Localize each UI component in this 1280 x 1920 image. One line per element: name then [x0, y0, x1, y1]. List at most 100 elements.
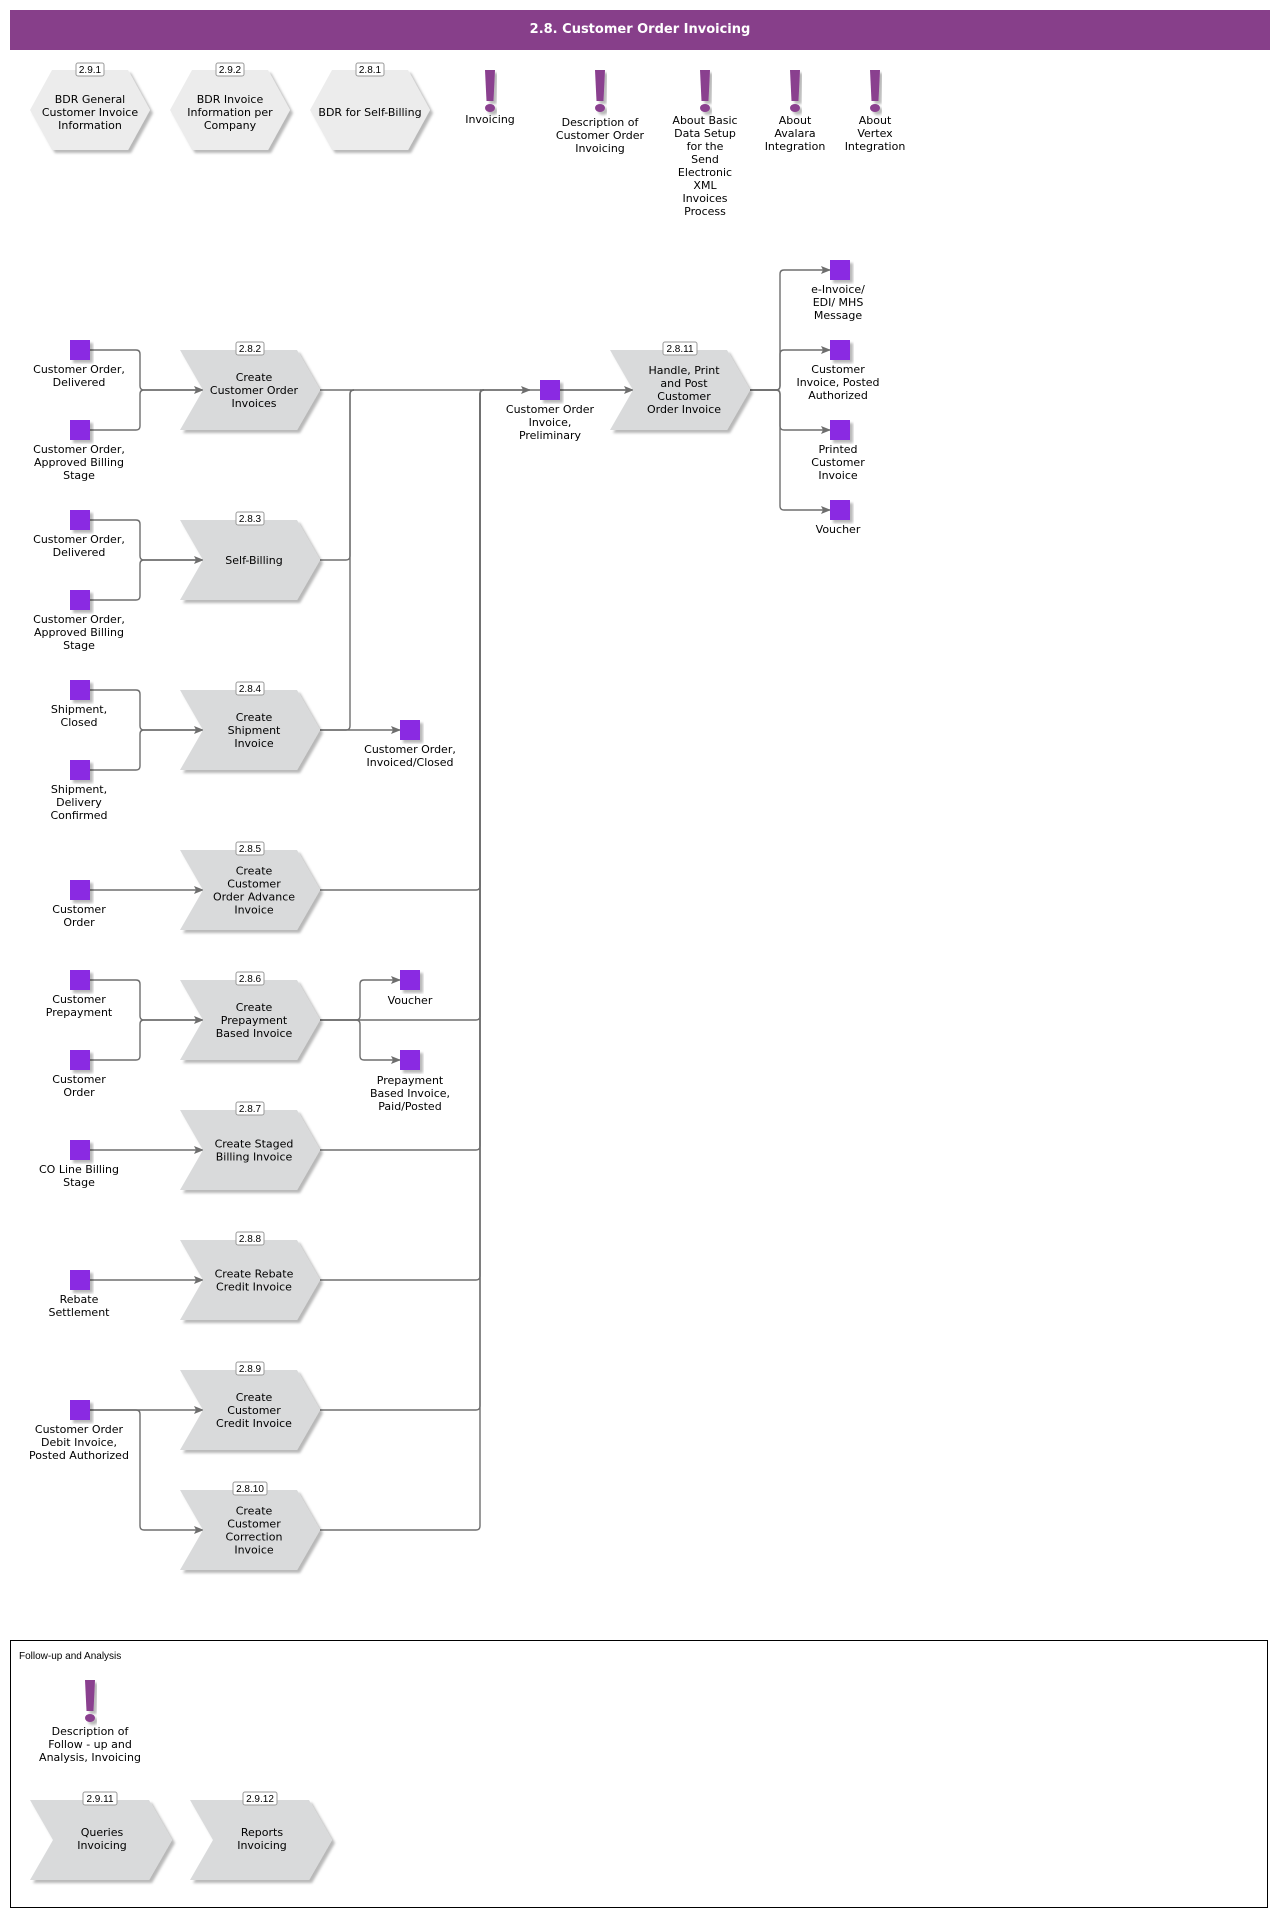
input-event-label: Customer Order, Delivered [33, 363, 125, 389]
info-exclamation-icon[interactable] [595, 70, 605, 112]
info-label: About Vertex Integration [845, 114, 906, 153]
info-label: About Avalara Integration [765, 114, 826, 153]
input-event[interactable] [70, 1140, 90, 1160]
followup-exclamation-icon[interactable] [85, 1680, 95, 1722]
function-label-line: Self-Billing [225, 554, 282, 567]
function-id-badge: 2.8.2 [235, 341, 265, 356]
id-badge-text: 2.8.10 [236, 1484, 264, 1495]
info-label-line: Integration [765, 140, 826, 153]
id-badge-text: 2.9.1 [79, 65, 102, 76]
final-output-event[interactable] [830, 260, 850, 280]
input-event-label-line: Order [63, 916, 95, 929]
bdr-id-badge: 2.9.2 [215, 62, 245, 77]
function-label-line: Billing Invoice [216, 1151, 293, 1164]
input-event[interactable] [70, 1270, 90, 1290]
function-label: Reports Invoicing [237, 1826, 287, 1852]
merge-event[interactable] [540, 380, 560, 400]
input-event[interactable] [70, 880, 90, 900]
id-badge-text: 2.9.2 [219, 65, 242, 76]
function-id-badge: 2.8.10 [232, 1481, 268, 1496]
function-label-line: Create [236, 1001, 273, 1014]
final-output-event[interactable] [830, 420, 850, 440]
function-label: Handle, Print and Post Customer Order Invoi… [647, 364, 721, 416]
bdr-label-line: Company [204, 119, 257, 132]
input-event-label-line: Prepayment [46, 1006, 113, 1019]
info-label-line: About [779, 114, 812, 127]
final-output-event[interactable] [830, 340, 850, 360]
bdr-item[interactable]: BDR for Self-Billing [310, 70, 430, 150]
process-diagram: BDR General Customer Invoice Information2.… [29, 62, 906, 1880]
input-event[interactable] [70, 1050, 90, 1070]
exclamation-dot [790, 104, 800, 112]
final-output-label-line: Invoice, Posted [796, 376, 879, 389]
input-event-label-line: Approved Billing [34, 626, 124, 639]
input-event-label-line: CO Line Billing [39, 1163, 119, 1176]
id-badge-text: 2.8.5 [239, 844, 262, 855]
info-label: Description of Customer Order Invoicing [556, 116, 645, 155]
final-output-label-line: Authorized [808, 389, 868, 402]
output-event[interactable] [400, 720, 420, 740]
input-event[interactable] [70, 1400, 90, 1420]
input-event-label: Shipment, Delivery Confirmed [50, 783, 107, 822]
merge-event-label-line: Customer Order [506, 403, 595, 416]
connector-line [320, 389, 485, 1281]
bdr-id-badge: 2.8.1 [355, 62, 385, 77]
function-label-line: Customer Order [210, 384, 299, 397]
info-label-line: XML [693, 179, 717, 192]
id-badge-text: 2.9.12 [246, 1794, 274, 1805]
input-event-label-line: Delivery [56, 796, 102, 809]
function-label-line: Create [236, 711, 273, 724]
merge-event-label-line: Invoice, [529, 416, 572, 429]
input-event-label-line: Customer Order, [33, 443, 125, 456]
bdr-item[interactable]: BDR Invoice Information per Company [170, 70, 290, 150]
input-event[interactable] [70, 590, 90, 610]
input-event-label-line: Shipment, [51, 703, 107, 716]
output-event[interactable] [400, 970, 420, 990]
input-event[interactable] [70, 420, 90, 440]
id-badge-text: 2.8.3 [239, 514, 262, 525]
id-badge-text: 2.8.7 [239, 1104, 262, 1115]
info-exclamation-icon[interactable] [790, 70, 800, 112]
input-event-label-line: Customer [52, 993, 106, 1006]
input-event[interactable] [70, 760, 90, 780]
followup-info-label: Description of Follow - up and Analysis, I… [39, 1725, 141, 1764]
function-id-badge: 2.8.5 [235, 841, 265, 856]
info-label-line: Send [691, 153, 719, 166]
input-event[interactable] [70, 510, 90, 530]
info-exclamation-icon[interactable] [485, 70, 495, 112]
bdr-item[interactable]: BDR General Customer Invoice Information [30, 70, 150, 150]
final-output-label: Customer Invoice, Posted Authorized [796, 363, 879, 402]
input-event-label-line: Debit Invoice, [41, 1436, 117, 1449]
function-label-line: Customer [227, 1404, 281, 1417]
info-label-line: Description of [562, 116, 640, 129]
function-label: Create Staged Billing Invoice [215, 1138, 294, 1164]
input-event-label-line: Approved Billing [34, 456, 124, 469]
final-output-label-line: Invoice [818, 469, 858, 482]
info-exclamation-icon[interactable] [700, 70, 710, 112]
followup-function-2-9-12[interactable]: Reports Invoicing [190, 1800, 332, 1880]
function-label-line: Create [236, 1391, 273, 1404]
followup-function-2-9-11[interactable]: Queries Invoicing [30, 1800, 172, 1880]
input-event[interactable] [70, 340, 90, 360]
info-label-line: Process [684, 205, 726, 218]
output-event[interactable] [400, 1050, 420, 1070]
function-label-line: Shipment [228, 724, 281, 737]
function-id-badge: 2.8.8 [235, 1231, 265, 1246]
info-label-line: Vertex [857, 127, 893, 140]
id-badge-text: 2.8.2 [239, 344, 262, 355]
final-output-event[interactable] [830, 500, 850, 520]
input-event[interactable] [70, 970, 90, 990]
bdr-label-line: Information [58, 119, 122, 132]
function-id-badge: 2.8.11 [662, 341, 698, 356]
info-exclamation-icon[interactable] [870, 70, 880, 112]
exclamation-bar [870, 70, 880, 101]
input-event-label-line: Customer Order, [33, 533, 125, 546]
info-label: Invoicing [465, 113, 515, 126]
input-event-label-line: Stage [63, 1176, 95, 1189]
input-event-label: Rebate Settlement [49, 1293, 111, 1319]
function-label-line: Based Invoice [216, 1027, 293, 1040]
input-event[interactable] [70, 680, 90, 700]
connector-line [320, 389, 485, 1151]
info-label-line: for the [687, 140, 724, 153]
output-event-label-line: Invoiced/Closed [367, 756, 454, 769]
